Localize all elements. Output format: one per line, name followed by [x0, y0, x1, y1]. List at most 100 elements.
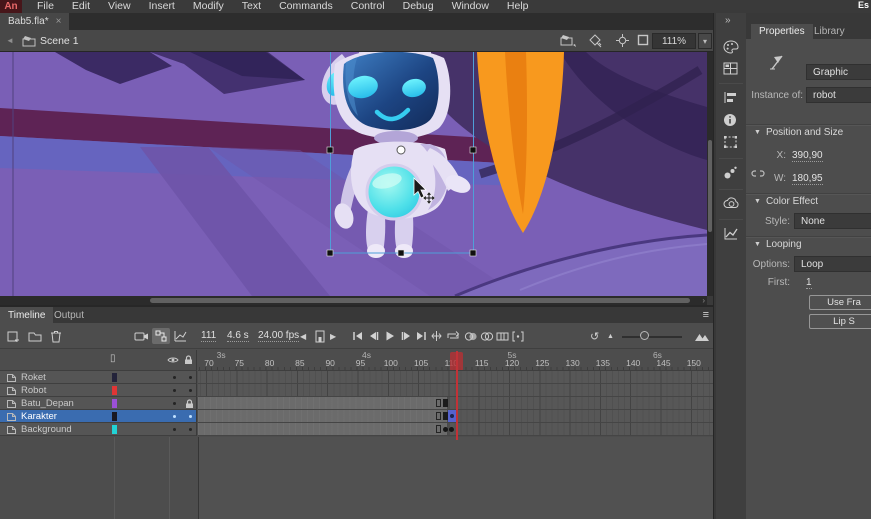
vscroll-thumb[interactable]	[708, 140, 712, 232]
show-parenting-view-button[interactable]	[152, 328, 170, 344]
symbol-type-dropdown[interactable]: Graphic	[806, 64, 871, 80]
section-looping[interactable]: ▼ Looping	[746, 236, 871, 252]
x-value[interactable]: 390,90	[792, 150, 823, 162]
layer-visibility-toggle[interactable]	[173, 376, 176, 379]
layer-row-Robot[interactable]: Robot	[0, 384, 197, 397]
center-playhead-button[interactable]	[430, 328, 443, 344]
chart-panel-icon[interactable]	[723, 227, 738, 240]
menu-item-commands[interactable]: Commands	[270, 0, 342, 13]
frame-span[interactable]	[198, 423, 448, 435]
menu-item-modify[interactable]: Modify	[184, 0, 233, 13]
timeline-zoom-out-button[interactable]: ▲	[607, 328, 614, 344]
layer-row-Batu_Depan[interactable]: Batu_Depan	[0, 397, 197, 410]
layer-visibility-toggle[interactable]	[173, 415, 176, 418]
stage-zoom-dropdown[interactable]: ▾	[698, 33, 712, 49]
loop-options-dropdown[interactable]: Loop	[794, 256, 871, 272]
add-camera-button[interactable]	[134, 328, 149, 344]
playhead-line[interactable]	[456, 351, 458, 440]
edit-scene-icon[interactable]	[560, 34, 576, 47]
layer-color-swatch[interactable]	[112, 399, 117, 408]
selected-frame-cell[interactable]	[448, 410, 456, 422]
step-forward-button[interactable]: ▶	[330, 328, 336, 344]
close-icon[interactable]: ×	[56, 16, 62, 27]
info-panel-icon[interactable]	[723, 113, 737, 127]
stage[interactable]	[0, 52, 707, 296]
use-frame-picker-button[interactable]: Use Fra	[809, 295, 871, 310]
section-position-and-size[interactable]: ▼ Position and Size	[746, 124, 871, 140]
show-layer-depth-button[interactable]	[174, 328, 187, 344]
layer-lock-toggle[interactable]	[189, 376, 192, 379]
center-frame-button[interactable]	[314, 328, 326, 344]
document-tab[interactable]: Bab5.fla* ×	[0, 13, 69, 30]
new-layer-button[interactable]	[6, 328, 20, 344]
outline-column-icon[interactable]: ▯	[110, 353, 116, 364]
menu-item-file[interactable]: File	[28, 0, 63, 13]
step-back-button[interactable]: ◀	[300, 328, 306, 344]
creative-cloud-icon[interactable]	[723, 197, 740, 209]
panel-menu-icon[interactable]: ≡	[703, 307, 709, 323]
layer-lock-toggle[interactable]	[189, 389, 192, 392]
swatches-icon[interactable]	[723, 62, 738, 75]
first-frame-value[interactable]: 1	[806, 277, 812, 289]
onion-skin-button[interactable]	[464, 328, 478, 344]
transform-panel-icon[interactable]	[723, 135, 738, 149]
menu-item-insert[interactable]: Insert	[140, 0, 184, 13]
keyframe-marker[interactable]	[443, 399, 448, 407]
step-forward-one-frame-button[interactable]	[401, 328, 412, 344]
lock-column-icon[interactable]	[184, 355, 193, 365]
particles-panel-icon[interactable]	[723, 166, 738, 180]
scroll-right-icon[interactable]: ›	[702, 296, 705, 305]
keyframe-dot[interactable]	[449, 427, 454, 432]
layer-lock-toggle[interactable]	[189, 428, 192, 431]
tab-library[interactable]: Library	[806, 24, 853, 39]
eye-column-icon[interactable]	[167, 356, 179, 364]
menu-item-debug[interactable]: Debug	[394, 0, 443, 13]
section-color-effect[interactable]: ▼ Color Effect	[746, 193, 871, 209]
play-button[interactable]	[385, 328, 395, 344]
layer-visibility-toggle[interactable]	[173, 402, 176, 405]
reset-timeline-zoom-button[interactable]: ↺	[590, 328, 599, 344]
modify-markers-button[interactable]	[512, 328, 524, 344]
timeline-zoom-knob[interactable]	[640, 331, 649, 340]
layer-row-Roket[interactable]: Roket	[0, 371, 197, 384]
selection-handle-bottom-center[interactable]	[398, 250, 404, 256]
elapsed-time-value[interactable]: 4.6 s	[227, 330, 249, 342]
new-folder-button[interactable]	[28, 328, 42, 344]
transform-point[interactable]	[397, 146, 405, 154]
step-back-one-frame-button[interactable]	[368, 328, 379, 344]
hscroll-thumb[interactable]	[150, 298, 690, 303]
w-value[interactable]: 180,95	[792, 173, 823, 185]
breadcrumb-scene[interactable]: Scene 1	[40, 35, 79, 47]
back-arrow-icon[interactable]: ◄	[6, 36, 14, 45]
stage-horizontal-scrollbar[interactable]: ›	[0, 296, 707, 305]
stage-zoom-value[interactable]: 111%	[652, 33, 696, 49]
menu-item-control[interactable]: Control	[342, 0, 394, 13]
layer-color-swatch[interactable]	[112, 386, 117, 395]
timeline-zoom-in-button[interactable]	[694, 328, 710, 344]
style-dropdown[interactable]: None	[794, 213, 871, 229]
tab-properties[interactable]: Properties	[751, 24, 813, 39]
menu-item-window[interactable]: Window	[443, 0, 498, 13]
delete-layer-button[interactable]	[50, 328, 62, 344]
selection-handle-bottom-left[interactable]	[327, 250, 333, 256]
go-to-last-frame-button[interactable]	[416, 328, 427, 344]
collapse-panels-icon[interactable]: »	[725, 15, 730, 26]
layer-color-swatch[interactable]	[112, 373, 117, 382]
layer-color-swatch[interactable]	[112, 412, 117, 421]
color-palette-icon[interactable]	[723, 40, 739, 54]
edit-multiple-frames-button[interactable]	[496, 328, 509, 344]
edit-symbols-icon[interactable]	[588, 34, 603, 48]
layer-visibility-toggle[interactable]	[173, 389, 176, 392]
menu-item-view[interactable]: View	[99, 0, 140, 13]
onion-skin-outlines-button[interactable]	[480, 328, 494, 344]
align-panel-icon[interactable]	[723, 91, 738, 104]
layer-row-Background[interactable]: Background	[0, 423, 197, 436]
selection-handle-left[interactable]	[327, 147, 333, 153]
layer-lock-toggle[interactable]	[189, 415, 192, 418]
layer-color-swatch[interactable]	[112, 425, 117, 434]
menu-item-edit[interactable]: Edit	[63, 0, 99, 13]
tab-output[interactable]: Output	[46, 307, 92, 323]
go-to-first-frame-button[interactable]	[352, 328, 363, 344]
selection-handle-right[interactable]	[470, 147, 476, 153]
layer-visibility-toggle[interactable]	[173, 428, 176, 431]
